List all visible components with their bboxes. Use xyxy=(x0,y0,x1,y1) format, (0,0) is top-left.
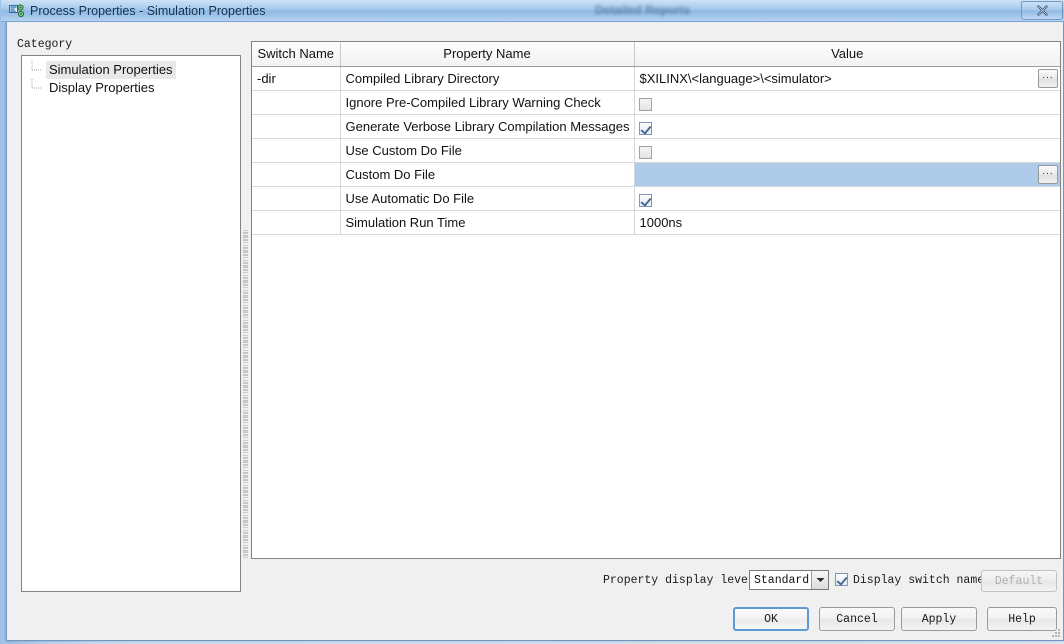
close-button[interactable] xyxy=(1021,1,1063,20)
options-row: Property display level: Standard Display… xyxy=(7,570,1064,594)
cell-switch-name: -dir xyxy=(252,66,341,91)
default-button[interactable]: Default xyxy=(981,570,1057,592)
tree-branch-icon xyxy=(30,79,44,97)
title-bar[interactable]: Process Properties - Simulation Properti… xyxy=(1,0,1064,22)
cell-switch-name xyxy=(252,90,341,115)
table-row[interactable]: Use Automatic Do File xyxy=(252,186,1060,211)
cell-switch-name xyxy=(252,186,341,211)
table-body: -dir Compiled Library Directory $XILINX\<l… xyxy=(252,66,1060,235)
display-switch-names-checkbox[interactable] xyxy=(835,573,848,586)
property-table-panel: Switch Name Property Name Value -dir Comp… xyxy=(251,41,1061,559)
browse-button[interactable]: ... xyxy=(1038,68,1058,88)
table-row[interactable]: Ignore Pre-Compiled Library Warning Chec… xyxy=(252,90,1060,115)
cell-value[interactable]: ... xyxy=(634,162,1060,187)
property-display-level-select[interactable]: Standard xyxy=(749,570,829,590)
tree-item-simulation-properties[interactable]: Simulation Properties xyxy=(22,61,240,79)
panel-splitter[interactable] xyxy=(243,230,248,560)
value-checkbox[interactable] xyxy=(638,194,652,207)
value-checkbox[interactable] xyxy=(638,122,652,135)
cell-property-name: Compiled Library Directory xyxy=(340,66,635,91)
value-text: $XILINX\<language>\<simulator> xyxy=(639,70,832,86)
table-row[interactable]: Generate Verbose Library Compilation Mes… xyxy=(252,114,1060,139)
cancel-button[interactable]: Cancel xyxy=(819,607,895,631)
background-window-title: Detailed Reports xyxy=(595,3,691,17)
cell-switch-name xyxy=(252,162,341,187)
process-properties-dialog: Process Properties - Simulation Properti… xyxy=(1,0,1064,641)
cell-value[interactable]: $XILINX\<language>\<simulator>... xyxy=(634,66,1060,91)
cell-property-name: Use Automatic Do File xyxy=(340,186,635,211)
cell-value[interactable] xyxy=(634,138,1060,163)
value-checkbox[interactable] xyxy=(638,98,652,111)
property-display-level-value: Standard xyxy=(754,573,810,587)
tree-item-display-properties[interactable]: Display Properties xyxy=(22,79,240,97)
cell-value[interactable] xyxy=(634,186,1060,211)
chevron-down-icon[interactable] xyxy=(811,571,828,589)
tree-branch-icon xyxy=(30,61,44,79)
table-row[interactable]: Custom Do File... xyxy=(252,162,1060,187)
column-header-switch-name[interactable]: Switch Name xyxy=(252,42,341,67)
cell-property-name: Simulation Run Time xyxy=(340,210,635,235)
display-switch-names-label: Display switch names xyxy=(853,574,992,587)
apply-button[interactable]: Apply xyxy=(901,607,977,631)
cell-value[interactable]: 1000ns xyxy=(634,210,1060,235)
cell-property-name: Ignore Pre-Compiled Library Warning Chec… xyxy=(340,90,635,115)
property-display-level-label: Property display level: xyxy=(603,574,762,587)
value-checkbox[interactable] xyxy=(638,146,652,159)
cell-switch-name xyxy=(252,210,341,235)
column-header-value[interactable]: Value xyxy=(634,42,1060,67)
cell-value[interactable] xyxy=(634,114,1060,139)
table-row[interactable]: Simulation Run Time 1000ns xyxy=(252,210,1060,235)
category-tree[interactable]: Simulation Properties Display Properties xyxy=(21,55,241,592)
table-header-row: Switch Name Property Name Value xyxy=(252,42,1060,67)
table-row[interactable]: -dir Compiled Library Directory $XILINX\<l… xyxy=(252,66,1060,91)
table-row[interactable]: Use Custom Do File xyxy=(252,138,1060,163)
cell-value[interactable] xyxy=(634,90,1060,115)
tree-item-label: Display Properties xyxy=(49,80,155,95)
property-table: Switch Name Property Name Value -dir Comp… xyxy=(252,42,1060,235)
cell-property-name: Generate Verbose Library Compilation Mes… xyxy=(340,114,635,139)
tree-item-label: Simulation Properties xyxy=(46,61,176,79)
cell-switch-name xyxy=(252,138,341,163)
resize-grip[interactable] xyxy=(1049,626,1061,638)
category-label: Category xyxy=(17,38,73,51)
window-title: Process Properties - Simulation Properti… xyxy=(30,4,266,18)
cell-property-name: Custom Do File xyxy=(340,162,635,187)
ok-button[interactable]: OK xyxy=(733,607,809,631)
browse-button[interactable]: ... xyxy=(1038,164,1058,184)
help-button[interactable]: Help xyxy=(987,607,1057,631)
close-icon xyxy=(1036,4,1049,17)
cell-property-name: Use Custom Do File xyxy=(340,138,635,163)
value-text: 1000ns xyxy=(639,214,683,230)
process-properties-icon xyxy=(9,3,25,19)
column-header-property-name[interactable]: Property Name xyxy=(340,42,635,67)
cell-switch-name xyxy=(252,114,341,139)
